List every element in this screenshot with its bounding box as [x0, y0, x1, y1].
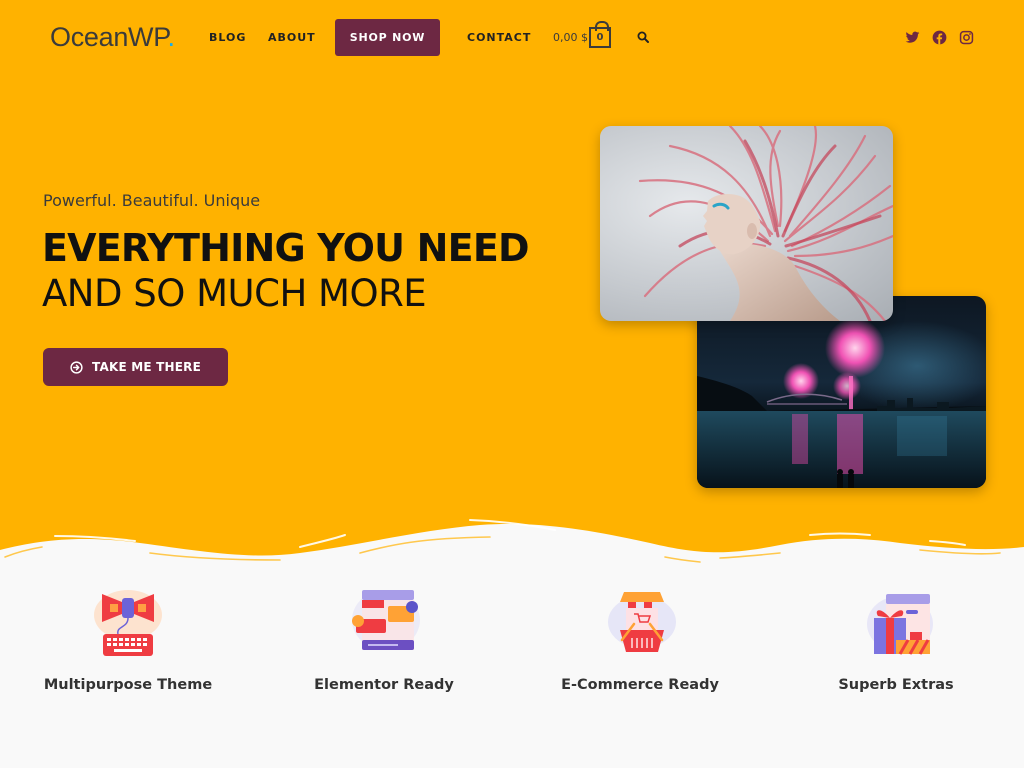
hero-image-fireworks — [697, 296, 986, 488]
feature-ecommerce: E-Commerce Ready — [540, 580, 740, 700]
logo-dot: . — [167, 22, 175, 52]
instagram-icon[interactable] — [959, 30, 974, 45]
site-logo[interactable]: OceanWP. — [50, 22, 175, 53]
twitter-icon[interactable] — [905, 30, 920, 45]
cart-count: 0 — [596, 32, 604, 43]
shop-basket-icon — [608, 592, 676, 652]
feature-label: Multipurpose Theme — [43, 677, 213, 693]
nav-contact[interactable]: CONTACT — [467, 31, 531, 44]
shop-now-button[interactable]: SHOP NOW — [335, 19, 440, 56]
facebook-icon[interactable] — [932, 30, 947, 45]
feature-multipurpose: Multipurpose Theme — [28, 580, 228, 700]
nav-blog[interactable]: BLOG — [209, 31, 246, 44]
fireworks-illustration — [697, 318, 986, 488]
hero-image-pink-hair — [600, 126, 893, 321]
pink-hair-illustration — [638, 126, 893, 321]
hero-headline-light: AND SO MUCH MORE — [42, 272, 427, 315]
nav-about[interactable]: ABOUT — [268, 31, 316, 44]
cart-amount[interactable]: 0,00 $ — [553, 31, 588, 44]
cart-bag-icon[interactable]: 0 — [589, 21, 611, 48]
feature-label: Elementor Ready — [314, 677, 454, 693]
gift-box-icon — [867, 594, 933, 655]
search-icon[interactable] — [637, 31, 649, 43]
megaphone-keyboard-icon — [94, 590, 162, 656]
feature-elementor: Elementor Ready — [284, 580, 484, 700]
arrow-circle-right-icon — [70, 360, 83, 374]
hero-tagline: Powerful. Beautiful. Unique — [43, 191, 261, 210]
hero-headline-bold: EVERYTHING YOU NEED — [42, 226, 530, 270]
feature-label: Superb Extras — [838, 677, 954, 693]
feature-label: E-Commerce Ready — [561, 677, 719, 693]
cta-label: TAKE ME THERE — [92, 360, 201, 374]
logo-text: OceanWP — [50, 22, 168, 52]
feature-extras: Superb Extras — [796, 580, 996, 700]
wave-divider — [0, 519, 1024, 575]
take-me-there-button[interactable]: TAKE ME THERE — [43, 348, 228, 386]
site-header: OceanWP. BLOG ABOUT SHOP NOW CONTACT 0,0… — [0, 0, 1024, 76]
chat-panels-icon — [352, 590, 420, 650]
